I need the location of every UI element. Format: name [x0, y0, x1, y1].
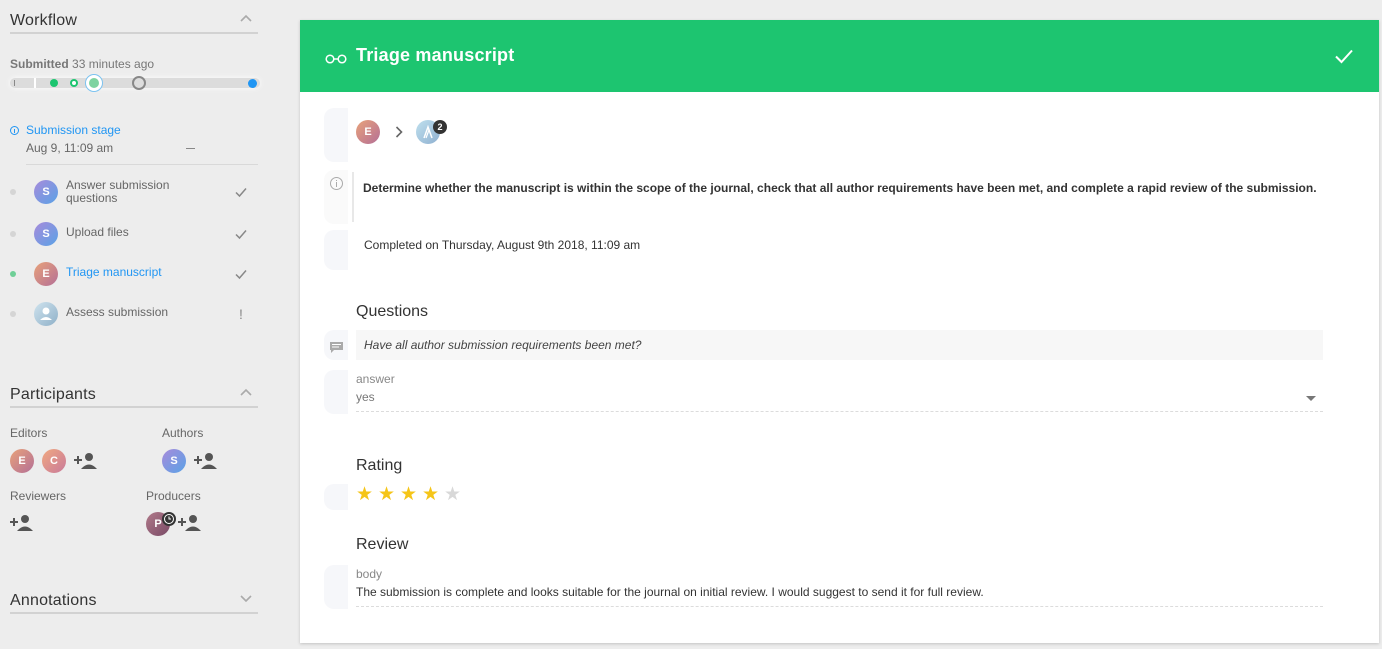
task-status-dot	[10, 231, 16, 237]
avatar[interactable]: E	[10, 449, 34, 473]
workflow-title: Workflow	[10, 12, 78, 29]
completed-text: Completed on Thursday, August 9th 2018, …	[364, 238, 641, 252]
avatar: S	[34, 180, 58, 204]
clock-icon	[162, 512, 176, 526]
star-icon-2[interactable]: ★	[378, 484, 400, 506]
rating-heading: Rating	[356, 457, 403, 474]
assignee-rail	[324, 108, 348, 162]
progress-dot-end[interactable]	[248, 79, 257, 88]
answer-underline	[356, 411, 1323, 412]
rating-stars[interactable]: ★ ★ ★ ★ ★	[356, 484, 466, 506]
chevron-right-icon	[395, 125, 403, 139]
track-start-marker	[14, 80, 15, 86]
submitted-ago: 33 minutes ago	[72, 57, 155, 71]
description-accent	[352, 172, 354, 222]
divider	[26, 164, 258, 165]
task-label: Assess submission	[66, 305, 169, 319]
avatar: E	[34, 262, 58, 286]
complete-check-icon[interactable]	[1334, 46, 1354, 66]
person-icon	[40, 307, 52, 320]
question-text: Have all author submission requirements …	[364, 338, 642, 352]
question-box: Have all author submission requirements …	[356, 330, 1323, 360]
submitted-label: Submitted	[10, 57, 69, 71]
add-person-icon[interactable]	[74, 452, 98, 470]
task-header: Triage manuscript	[300, 20, 1379, 92]
task-description: Determine whether the manuscript is with…	[363, 181, 1317, 195]
workflow-progress-track	[10, 74, 260, 92]
participants-section-header[interactable]: Participants	[10, 378, 258, 408]
star-icon-3[interactable]: ★	[400, 484, 422, 506]
answer-label: answer	[356, 372, 395, 386]
workflow-section-header[interactable]: Workflow	[10, 4, 258, 34]
body-underline	[356, 606, 1323, 607]
dropdown-caret-icon[interactable]	[1306, 396, 1316, 401]
review-body-field[interactable]: The submission is complete and looks sui…	[356, 585, 984, 599]
submitted-info: Submitted 33 minutes ago	[10, 57, 154, 71]
add-person-icon[interactable]	[178, 514, 202, 532]
submission-stage-title[interactable]: Submission stage	[26, 123, 121, 137]
avatar[interactable]: S	[162, 449, 186, 473]
producers-label: Producers	[146, 489, 201, 503]
task-item-assess-submission[interactable]: Assess submission !	[0, 298, 260, 328]
task-label: Triage manuscript	[66, 265, 162, 279]
body-label: body	[356, 567, 383, 581]
avatar: S	[34, 222, 58, 246]
avatar[interactable]: E	[356, 120, 380, 144]
glasses-icon	[325, 51, 347, 64]
editors-label: Editors	[10, 426, 48, 440]
star-icon-5[interactable]: ★	[444, 484, 466, 506]
progress-dot-done[interactable]	[70, 79, 78, 87]
task-item-upload-files[interactable]: S Upload files	[0, 218, 260, 248]
task-status-dot	[10, 311, 16, 317]
checkmark-icon	[234, 185, 248, 199]
track-separator	[34, 78, 36, 88]
sidebar: Workflow Submitted 33 minutes ago Submis…	[0, 0, 270, 649]
task-status-dot	[10, 189, 16, 195]
annotations-section-header[interactable]: Annotations	[10, 584, 258, 614]
exclamation-icon: !	[239, 306, 243, 322]
chevron-up-icon[interactable]	[240, 14, 252, 24]
info-icon	[10, 126, 19, 135]
review-heading: Review	[356, 536, 409, 553]
task-label: Upload files	[66, 225, 129, 239]
star-icon-4[interactable]: ★	[422, 484, 444, 506]
questions-heading: Questions	[356, 303, 429, 320]
task-item-answer-questions[interactable]: S Answer submission questions	[0, 176, 260, 206]
add-person-icon[interactable]	[194, 452, 218, 470]
answer-select[interactable]: yes	[356, 390, 375, 404]
comment-icon	[330, 340, 343, 353]
avatar[interactable]: C	[42, 449, 66, 473]
reviewers-label: Reviewers	[10, 489, 67, 503]
collapse-dash-icon[interactable]	[186, 148, 195, 149]
completed-rail	[324, 230, 348, 270]
task-label-line2: questions	[66, 191, 118, 205]
progress-dot-pending[interactable]	[132, 76, 146, 90]
progress-dot-done[interactable]	[50, 79, 58, 87]
annotations-title: Annotations	[10, 592, 97, 609]
star-icon-1[interactable]: ★	[356, 484, 378, 506]
add-person-icon[interactable]	[10, 514, 34, 532]
task-title: Triage manuscript	[356, 45, 515, 65]
task-label: Answer submission questions	[66, 179, 169, 205]
participants-title: Participants	[10, 386, 96, 403]
progress-dot-current[interactable]	[85, 74, 103, 92]
chevron-up-icon[interactable]	[240, 388, 252, 398]
info-icon	[330, 177, 343, 190]
checkmark-icon	[234, 227, 248, 241]
task-status-dot	[10, 271, 16, 277]
avatar	[34, 302, 58, 326]
task-label-line1: Answer submission	[66, 178, 170, 192]
checkmark-icon	[234, 267, 248, 281]
authors-label: Authors	[162, 426, 204, 440]
rating-rail	[324, 484, 348, 510]
task-item-triage-manuscript[interactable]: E Triage manuscript	[0, 258, 260, 288]
assignee-count-badge: 2	[433, 120, 447, 134]
submission-stage-date: Aug 9, 11:09 am	[26, 141, 114, 155]
task-card: Triage manuscript E 2 Determine whether …	[300, 20, 1379, 643]
chevron-down-icon[interactable]	[240, 594, 252, 604]
review-rail	[324, 565, 348, 609]
answer-rail	[324, 370, 348, 414]
